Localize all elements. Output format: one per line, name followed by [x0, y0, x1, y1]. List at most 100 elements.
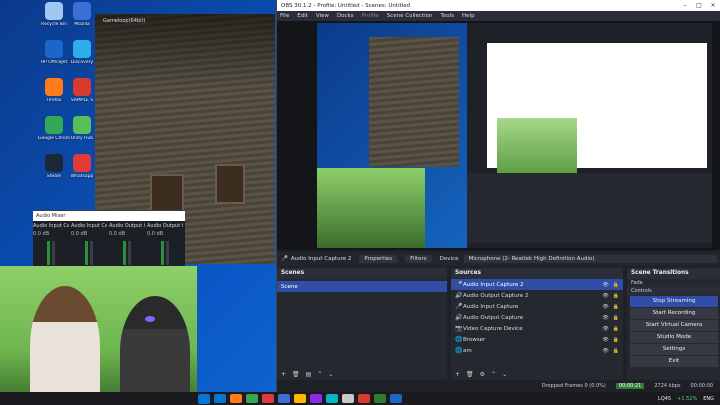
lock-icon[interactable]: 🔒: [613, 282, 619, 288]
volume-slider[interactable]: [128, 241, 131, 265]
taskbar-app-icon[interactable]: [278, 394, 290, 403]
tray-lang[interactable]: ENG: [703, 396, 714, 402]
source-name: Audio Input Capture: [463, 303, 519, 310]
studio-mode-button[interactable]: Studio Mode: [630, 332, 718, 343]
menu-scene-collection[interactable]: Scene Collection: [387, 13, 433, 19]
taskbar-app-icon[interactable]: [294, 394, 306, 403]
nested-webcam: [497, 118, 577, 173]
game-window-title: Gameloop(64bit): [103, 18, 146, 24]
eye-icon[interactable]: 👁: [602, 315, 608, 321]
move-up-icon[interactable]: ⌃: [317, 371, 322, 378]
desktop-icon-label: Discovery: [70, 60, 94, 65]
lock-icon[interactable]: 🔒: [613, 326, 619, 332]
source-item[interactable]: 🔊 Audio Output Capture 2 👁 🔒: [451, 290, 623, 301]
properties-button[interactable]: Properties: [359, 255, 398, 263]
obs-window: OBS 30.1.2 - Profile: Untitled - Scenes:…: [276, 0, 720, 392]
scene-item[interactable]: Scene: [277, 281, 447, 292]
device-select[interactable]: Microphone (2- Realtek High Definition A…: [464, 255, 717, 263]
minimize-icon[interactable]: –: [678, 2, 692, 9]
taskbar-app-icon[interactable]: [230, 394, 242, 403]
source-item[interactable]: 🌐 am 👁 🔒: [451, 345, 623, 356]
eye-icon[interactable]: 👁: [602, 326, 608, 332]
add-icon[interactable]: +: [281, 371, 286, 378]
move-down-icon[interactable]: ⌄: [502, 371, 507, 378]
controls-list: Stop Streaming Start Recording Start Virtu…: [627, 296, 720, 367]
exit-button[interactable]: Exit: [630, 356, 718, 367]
app-icon: [45, 40, 63, 58]
taskbar-app-icon[interactable]: [374, 394, 386, 403]
filter-icon[interactable]: ▤: [306, 371, 312, 378]
taskbar-app-icon[interactable]: [310, 394, 322, 403]
desktop-icon[interactable]: Mozilla: [66, 2, 98, 27]
lock-icon[interactable]: 🔒: [613, 337, 619, 343]
start-recording-button[interactable]: Start Recording: [630, 308, 718, 319]
lock-icon[interactable]: 🔒: [613, 293, 619, 299]
menu-file[interactable]: File: [280, 13, 289, 19]
move-up-icon[interactable]: ⌃: [491, 371, 496, 378]
source-item[interactable]: 🌐 Browser 👁 🔒: [451, 334, 623, 345]
desktop-icon[interactable]: Unity Hub: [66, 116, 98, 141]
close-icon[interactable]: ×: [706, 2, 720, 9]
source-name: Video Capture Device: [463, 325, 523, 332]
source-item[interactable]: 🎤 Audio Input Capture 👁 🔒: [451, 301, 623, 312]
taskbar-app-icon[interactable]: [214, 394, 226, 403]
source-item[interactable]: 📷 Video Capture Device 👁 🔒: [451, 323, 623, 334]
move-down-icon[interactable]: ⌄: [328, 371, 333, 378]
taskbar-app-icon[interactable]: [246, 394, 258, 403]
volume-slider[interactable]: [52, 241, 55, 265]
volume-slider[interactable]: [90, 241, 93, 265]
source-item[interactable]: 🎤 Audio Input Capture 2 👁 🔒: [451, 279, 623, 290]
desktop-icon[interactable]: Discovery: [66, 40, 98, 65]
lock-icon[interactable]: 🔒: [613, 304, 619, 310]
transition-fade[interactable]: Fade: [627, 279, 720, 287]
eye-icon[interactable]: 👁: [602, 293, 608, 299]
source-item[interactable]: 🔊 Audio Output Capture 👁 🔒: [451, 312, 623, 323]
game-window: [215, 164, 245, 204]
mixer-channel-level: 0.0 dB: [109, 231, 126, 237]
app-icon: [45, 2, 63, 20]
settings-icon[interactable]: ⚙: [480, 371, 485, 378]
volume-slider[interactable]: [166, 241, 169, 265]
system-tray: LQ45 +1.52% ENG: [658, 396, 720, 402]
settings-button[interactable]: Settings: [630, 344, 718, 355]
maximize-icon[interactable]: □: [692, 2, 706, 9]
menu-tools[interactable]: Tools: [440, 13, 454, 19]
tray-ticker[interactable]: LQ45: [658, 396, 671, 402]
taskbar-app-icon[interactable]: [390, 394, 402, 403]
desktop-icon[interactable]: SAMPLE S: [66, 78, 98, 103]
menu-help[interactable]: Help: [462, 13, 475, 19]
source-name: am: [463, 347, 472, 354]
taskbar-app-icon[interactable]: [358, 394, 370, 403]
lock-icon[interactable]: 🔒: [613, 315, 619, 321]
menu-view[interactable]: View: [316, 13, 329, 19]
rec-time: 00:00:00: [690, 383, 713, 389]
remove-icon[interactable]: 🗑: [292, 371, 300, 378]
eye-icon[interactable]: 👁: [602, 304, 608, 310]
eye-icon[interactable]: 👁: [602, 282, 608, 288]
add-icon[interactable]: +: [455, 371, 460, 378]
mixer-channel: Audio Input Capture 0.0 dB: [33, 223, 69, 267]
source-toolbar: 🎤 Audio Input Capture 2 Properties Filte…: [277, 252, 720, 266]
menu-docks[interactable]: Docks: [337, 13, 354, 19]
eye-icon[interactable]: 👁: [602, 348, 608, 354]
taskbar-app-icon[interactable]: [262, 394, 274, 403]
menu-edit[interactable]: Edit: [297, 13, 308, 19]
mic-icon: 🎤: [281, 256, 288, 262]
taskbar-app-icon[interactable]: [326, 394, 338, 403]
obs-menubar: File Edit View Docks Profile Scene Collection…: [277, 11, 720, 21]
app-icon: [45, 116, 63, 134]
eye-icon[interactable]: 👁: [602, 337, 608, 343]
filters-button[interactable]: Filters: [405, 255, 432, 263]
source-name: Audio Input Capture 2: [463, 281, 524, 288]
taskbar-app-icon[interactable]: [342, 394, 354, 403]
desktop-icon-label: Unity Hub: [70, 136, 94, 141]
start-virtual-camera-button[interactable]: Start Virtual Camera: [630, 320, 718, 331]
mini-mixer-header: Audio Mixer: [33, 211, 185, 221]
remove-icon[interactable]: 🗑: [466, 371, 474, 378]
menu-profile[interactable]: Profile: [362, 13, 379, 19]
start-button[interactable]: [198, 393, 210, 404]
desktop-icon[interactable]: Whatsapp: [66, 154, 98, 179]
lock-icon[interactable]: 🔒: [613, 348, 619, 354]
controls-title: Controls: [627, 287, 720, 295]
stop-streaming-button[interactable]: Stop Streaming: [630, 296, 718, 307]
